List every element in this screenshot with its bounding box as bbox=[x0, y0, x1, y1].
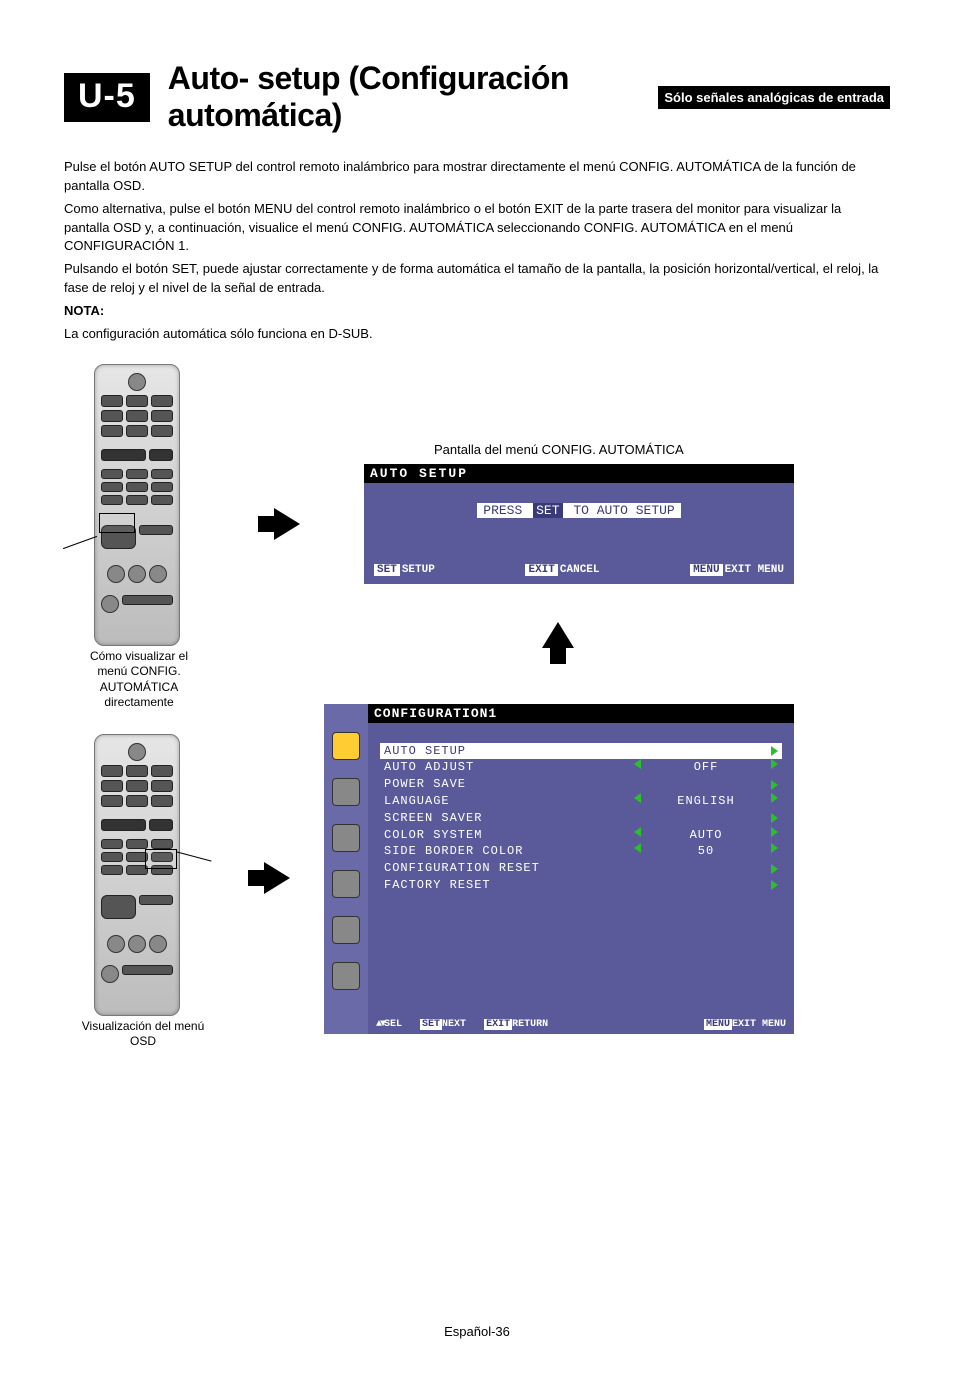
config-menu-row: CONFIGURATION RESET bbox=[380, 860, 782, 877]
diagram-area: Cómo visualizar el menú CONFIG. AUTOMÁTI… bbox=[64, 364, 890, 1064]
sidebar-icon-2 bbox=[332, 778, 360, 806]
triangle-right-icon bbox=[771, 827, 778, 837]
section-number-badge: U-5 bbox=[64, 73, 150, 122]
osd1-title: AUTO SETUP bbox=[364, 464, 794, 483]
config-menu-row: AUTO ADJUST OFF bbox=[380, 759, 782, 776]
sidebar-icon-5 bbox=[332, 916, 360, 944]
osd1-footer-set-tag: SET bbox=[374, 564, 400, 576]
arrow-up-icon bbox=[542, 622, 574, 648]
config-menu-label: COLOR SYSTEM bbox=[384, 827, 482, 844]
osd1-press-prefix: PRESS bbox=[483, 503, 522, 518]
osd2-footer-exit-label: RETURN bbox=[512, 1019, 548, 1030]
config-menu-value bbox=[671, 746, 741, 756]
osd2-menu-list: AUTO SETUPAUTO ADJUST OFF POWER SAVELANGUA… bbox=[368, 723, 794, 894]
osd1-footer-menu-label: EXIT MENU bbox=[725, 564, 784, 576]
config-menu-value: 50 bbox=[671, 843, 741, 860]
osd2-footer: ▲▼SEL SETNEXT EXITRETURN MENUEXIT MENU bbox=[368, 1019, 794, 1030]
config-menu-row: FACTORY RESET bbox=[380, 877, 782, 894]
config-menu-value: AUTO bbox=[671, 827, 741, 844]
osd2-footer-menu-label: EXIT MENU bbox=[732, 1019, 786, 1030]
osd2-title: CONFIGURATION1 bbox=[368, 704, 794, 723]
osd2-footer-menu-tag: MENU bbox=[704, 1019, 732, 1030]
osd1-footer-exit-label: CANCEL bbox=[560, 564, 600, 576]
triangle-right-icon bbox=[771, 746, 778, 756]
triangle-right-icon bbox=[771, 813, 778, 823]
triangle-left-icon bbox=[634, 793, 641, 803]
config-menu-value bbox=[671, 780, 741, 790]
osd1-footer-menu-tag: MENU bbox=[690, 564, 722, 576]
config-menu-label: SCREEN SAVER bbox=[384, 810, 482, 827]
auto-setup-osd: AUTO SETUP PRESS SET TO AUTO SETUP SETSE… bbox=[364, 464, 794, 584]
triangle-right-icon bbox=[771, 880, 778, 890]
configuration1-osd: CONFIGURATION1 AUTO SETUPAUTO ADJUST OFF P… bbox=[324, 704, 794, 1034]
osd1-footer-set-label: SETUP bbox=[402, 564, 435, 576]
sidebar-icon-config1 bbox=[332, 732, 360, 760]
note-text: La configuración automática sólo funcion… bbox=[64, 325, 890, 344]
body-text: Pulse el botón AUTO SETUP del control re… bbox=[64, 158, 890, 344]
paragraph-1: Pulse el botón AUTO SETUP del control re… bbox=[64, 158, 890, 196]
config-menu-label: AUTO ADJUST bbox=[384, 759, 474, 776]
triangle-left-icon bbox=[634, 759, 641, 769]
config-menu-row: SCREEN SAVER bbox=[380, 810, 782, 827]
pointer-line-icon bbox=[63, 535, 97, 548]
paragraph-3: Pulsando el botón SET, puede ajustar cor… bbox=[64, 260, 890, 298]
osd1-press-suffix: TO AUTO SETUP bbox=[573, 503, 674, 518]
remote-bottom-caption: Visualización del menú OSD bbox=[78, 1019, 208, 1050]
triangle-left-icon bbox=[634, 843, 641, 853]
config-menu-label: FACTORY RESET bbox=[384, 877, 491, 894]
sidebar-icon-3 bbox=[332, 824, 360, 852]
osd2-footer-set-tag: SET bbox=[420, 1019, 442, 1030]
config-menu-label: AUTO SETUP bbox=[384, 743, 466, 760]
osd1-footer-exit-tag: EXIT bbox=[525, 564, 557, 576]
config-menu-value: ENGLISH bbox=[671, 793, 741, 810]
page-number: Español-36 bbox=[64, 1324, 890, 1339]
note-label: NOTA: bbox=[64, 302, 890, 321]
remote-control-top bbox=[94, 364, 180, 646]
triangle-right-icon bbox=[771, 793, 778, 803]
page-title: Auto- setup (Configuración automática) bbox=[168, 60, 641, 134]
remote-top-caption: Cómo visualizar el menú CONFIG. AUTOMÁTI… bbox=[74, 649, 204, 711]
config-menu-value bbox=[671, 864, 741, 874]
config-menu-row: COLOR SYSTEM AUTO bbox=[380, 827, 782, 844]
config-menu-row: SIDE BORDER COLOR 50 bbox=[380, 843, 782, 860]
config-menu-value bbox=[671, 813, 741, 823]
config-menu-label: LANGUAGE bbox=[384, 793, 450, 810]
sidebar-icon-6 bbox=[332, 962, 360, 990]
analog-only-badge: Sólo señales analógicas de entrada bbox=[658, 86, 890, 109]
osd2-footer-set-label: NEXT bbox=[442, 1019, 466, 1030]
pointer-line-icon bbox=[176, 851, 211, 861]
config-menu-label: CONFIGURATION RESET bbox=[384, 860, 540, 877]
config-menu-value bbox=[671, 880, 741, 890]
osd1-caption: Pantalla del menú CONFIG. AUTOMÁTICA bbox=[434, 442, 684, 457]
paragraph-2: Como alternativa, pulse el botón MENU de… bbox=[64, 200, 890, 257]
page-header: U-5 Auto- setup (Configuración automátic… bbox=[64, 60, 890, 134]
triangle-left-icon bbox=[634, 827, 641, 837]
sidebar-icon-4 bbox=[332, 870, 360, 898]
triangle-right-icon bbox=[771, 780, 778, 790]
osd2-footer-exit-tag: EXIT bbox=[484, 1019, 512, 1030]
config-menu-label: POWER SAVE bbox=[384, 776, 466, 793]
osd2-footer-sel: SEL bbox=[384, 1019, 402, 1030]
osd2-sidebar bbox=[324, 704, 368, 1034]
triangle-right-icon bbox=[771, 759, 778, 769]
config-menu-label: SIDE BORDER COLOR bbox=[384, 843, 523, 860]
arrow-right-icon bbox=[274, 508, 300, 540]
osd1-press-tag: SET bbox=[533, 503, 562, 518]
config-menu-row: POWER SAVE bbox=[380, 776, 782, 793]
config-menu-row: AUTO SETUP bbox=[380, 743, 782, 760]
triangle-right-icon bbox=[771, 864, 778, 874]
config-menu-row: LANGUAGE ENGLISH bbox=[380, 793, 782, 810]
config-menu-value: OFF bbox=[671, 759, 741, 776]
arrow-right-icon bbox=[264, 862, 290, 894]
triangle-right-icon bbox=[771, 843, 778, 853]
remote-control-bottom bbox=[94, 734, 180, 1016]
